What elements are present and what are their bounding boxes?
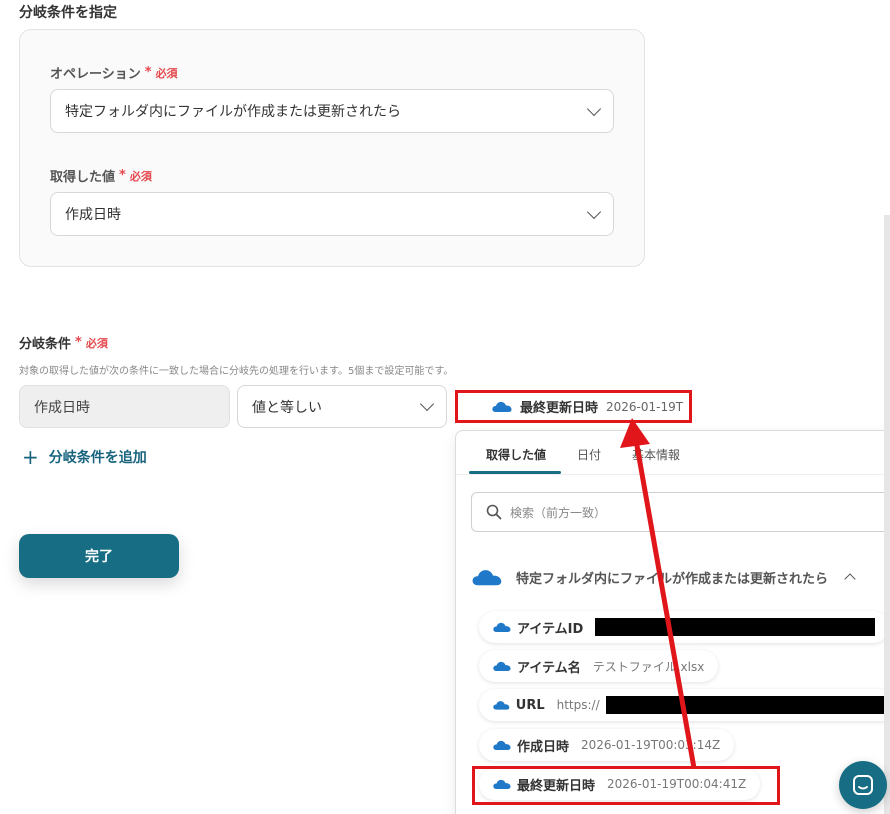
annotation-arrow xyxy=(620,418,697,769)
chat-icon xyxy=(853,775,873,795)
arrow-head xyxy=(620,418,650,448)
arrow-line xyxy=(633,439,697,769)
scrollbar[interactable] xyxy=(884,215,890,814)
chat-launcher-button[interactable] xyxy=(839,761,887,809)
